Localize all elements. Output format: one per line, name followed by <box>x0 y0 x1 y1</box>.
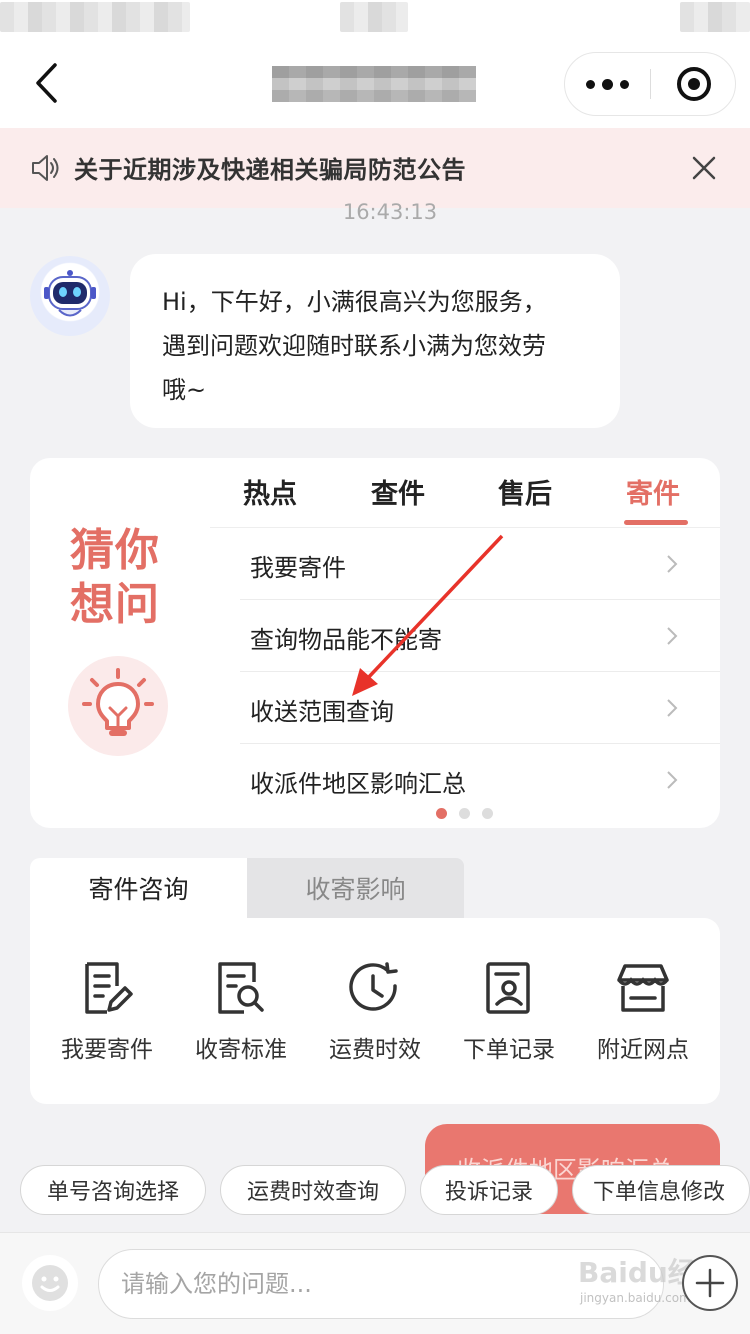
tab-after-sale[interactable]: 售后 <box>490 472 560 528</box>
emoji-button[interactable] <box>22 1255 78 1311</box>
chevron-right-icon <box>667 771 678 789</box>
guess-tabs: 热点 查件 售后 寄件 <box>210 458 720 528</box>
question-label: 收派件地区影响汇总 <box>250 770 466 798</box>
service-standard[interactable]: 收寄标准 <box>174 958 308 1064</box>
question-item[interactable]: 我要寄件 <box>240 528 720 600</box>
add-button[interactable] <box>682 1255 738 1311</box>
chip-tracking-consult[interactable]: 单号咨询选择 <box>20 1165 206 1215</box>
service-nearby[interactable]: 附近网点 <box>576 958 710 1064</box>
service-tabs: 寄件咨询 收寄影响 <box>30 858 464 918</box>
guess-card-title: 猜你 想问 <box>70 524 160 632</box>
more-button[interactable] <box>565 53 650 115</box>
clock-icon <box>349 962 398 1011</box>
chevron-left-icon <box>36 63 57 103</box>
watermark: Baidu经验 jingyan.baidu.com <box>578 1251 724 1317</box>
blurred-status-right <box>680 2 750 32</box>
service-grid: 我要寄件 收寄标准 运费时效 下单记录 附近网点 <box>30 918 720 1104</box>
tab-hot[interactable]: 热点 <box>235 472 305 528</box>
chip-order-modify[interactable]: 下单信息修改 <box>572 1165 750 1215</box>
watermark-domain: jingyan.baidu.com <box>580 1291 691 1305</box>
service-fee-time[interactable]: 运费时效 <box>308 958 442 1064</box>
target-icon <box>676 67 711 101</box>
notice-text: 关于近期涉及快递相关骗局防范公告 <box>74 156 466 184</box>
mini-program-capsule <box>564 52 736 116</box>
status-bar <box>0 0 750 36</box>
chevron-right-icon <box>667 627 678 645</box>
store-icon <box>617 964 669 1012</box>
bot-avatar <box>30 256 110 336</box>
robot-icon <box>44 270 96 317</box>
chip-fee-time[interactable]: 运费时效查询 <box>220 1165 406 1215</box>
close-mini-program-button[interactable] <box>651 53 736 115</box>
lightbulb-icon <box>82 668 154 736</box>
blurred-page-title <box>272 66 476 102</box>
notice-close-button[interactable] <box>684 148 724 188</box>
question-item[interactable]: 收送范围查询 <box>240 672 720 744</box>
page-dot[interactable] <box>482 808 493 819</box>
plus-icon <box>695 1268 725 1298</box>
tab-impact[interactable]: 收寄影响 <box>247 858 464 918</box>
record-icon <box>486 962 530 1014</box>
tab-track[interactable]: 查件 <box>363 472 433 528</box>
input-bar: Baidu经验 jingyan.baidu.com <box>0 1232 750 1334</box>
guess-title-line: 想问 <box>70 579 160 630</box>
lightbulb-badge <box>68 656 168 756</box>
chat-timestamp: 16:43:13 <box>342 200 438 224</box>
service-label: 我要寄件 <box>61 1037 153 1063</box>
service-label: 收寄标准 <box>195 1037 287 1063</box>
question-label: 查询物品能不能寄 <box>250 626 442 654</box>
back-button[interactable] <box>22 58 72 108</box>
tab-send-consult[interactable]: 寄件咨询 <box>30 858 247 918</box>
notice-bar[interactable]: 关于近期涉及快递相关骗局防范公告 <box>0 128 750 208</box>
service-label: 运费时效 <box>329 1037 421 1063</box>
blurred-status-center <box>340 2 408 32</box>
page-dot[interactable] <box>436 808 447 819</box>
blurred-status-left <box>0 2 190 32</box>
quick-reply-chips: 单号咨询选择 运费时效查询 投诉记录 下单信息修改 <box>20 1165 750 1215</box>
question-label: 收送范围查询 <box>250 698 394 726</box>
chevron-right-icon <box>667 699 678 717</box>
guess-title-line: 猜你 <box>70 525 160 576</box>
service-label: 下单记录 <box>463 1037 555 1063</box>
nav-bar <box>0 36 750 128</box>
bot-message-line: Hi，下午好，小满很高兴为您服务， <box>162 288 547 316</box>
active-tab-indicator <box>624 520 688 525</box>
question-list: 我要寄件 查询物品能不能寄 收送范围查询 收派件地区影响汇总 <box>240 528 720 816</box>
question-item[interactable]: 查询物品能不能寄 <box>240 600 720 672</box>
document-search-icon <box>218 962 264 1014</box>
chevron-right-icon <box>667 555 678 573</box>
document-edit-icon <box>85 962 133 1014</box>
speaker-icon <box>32 155 59 181</box>
chip-complaint[interactable]: 投诉记录 <box>420 1165 558 1215</box>
service-label: 附近网点 <box>597 1037 689 1063</box>
bot-message-line: 遇到问题欢迎随时联系小满为您效劳 <box>162 332 546 360</box>
bot-message-line: 哦~ <box>162 376 207 404</box>
guess-you-ask-card: 猜你 想问 热点 查件 售后 寄件 我要寄件 查询物品能不能寄 收送范围查询 收… <box>30 458 720 828</box>
question-label: 我要寄件 <box>250 554 346 582</box>
page-dot[interactable] <box>459 808 470 819</box>
service-order-record[interactable]: 下单记录 <box>442 958 576 1064</box>
bot-message-bubble: Hi，下午好，小满很高兴为您服务， 遇到问题欢迎随时联系小满为您效劳 哦~ <box>130 254 620 428</box>
service-send[interactable]: 我要寄件 <box>40 958 174 1064</box>
smiley-icon <box>32 1265 68 1301</box>
page-dots <box>430 804 499 823</box>
close-icon <box>692 156 716 180</box>
